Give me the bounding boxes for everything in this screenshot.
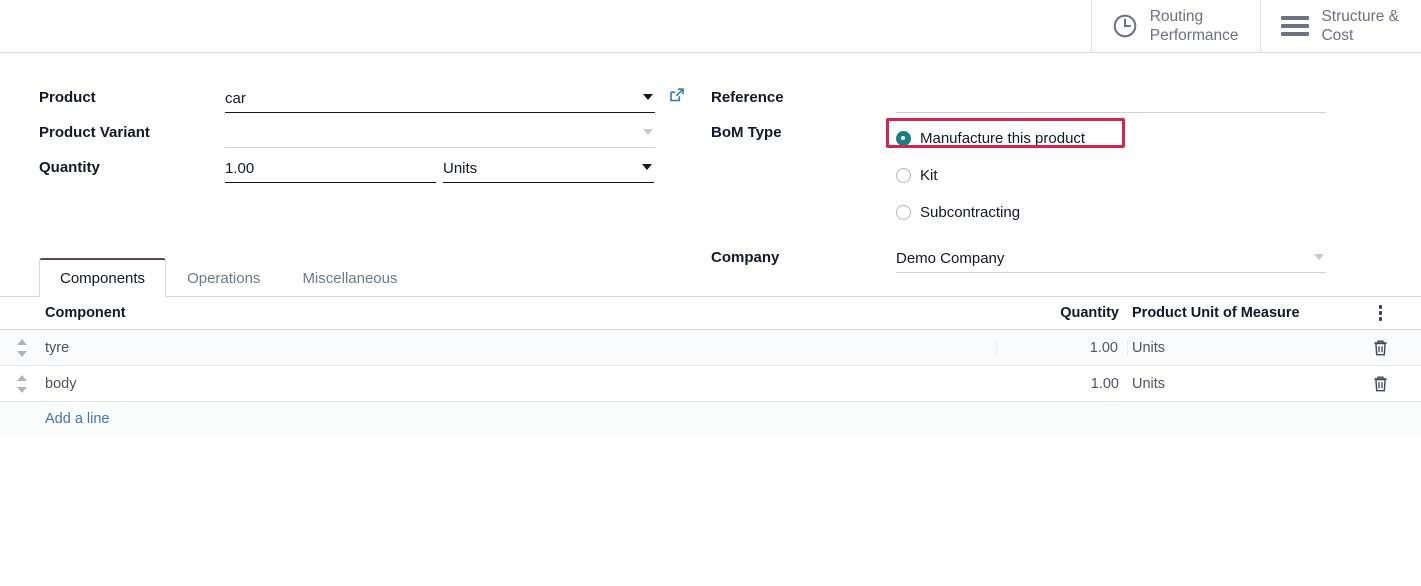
tab-operations[interactable]: Operations [166,259,281,297]
chevron-down-icon[interactable] [643,129,653,135]
external-link-icon[interactable] [668,86,686,104]
stat-button-structure-and-cost-label: Structure & Cost [1321,8,1399,44]
bom-type-option-manufacture-label: Manufacture this product [920,130,1086,147]
field-product-row: Product car [39,85,700,120]
bom-form-page: Routing Performance Structure & Cost Pro… [0,0,1421,586]
cell-uom[interactable]: Units [1128,376,1340,392]
column-header-component: Component [45,305,126,321]
field-quantity-row: Quantity 1.00 Units [39,155,700,190]
hamburger-icon [1281,16,1310,36]
radio-selected-icon[interactable] [896,131,911,146]
uom-select[interactable]: Units [443,155,654,183]
stat-button-routing-performance-label: Routing Performance [1149,8,1239,44]
quantity-value: 1.00 [225,160,255,177]
notebook: Components Operations Miscellaneous Comp… [0,258,1421,436]
stat-button-routing-performance[interactable]: Routing Performance [1090,0,1261,52]
bom-type-option-subcontracting[interactable]: Subcontracting [896,194,1400,231]
radio-unselected-icon[interactable] [896,205,911,220]
product-label: Product [39,89,96,106]
quantity-label: Quantity [39,159,100,176]
uom-value: Units [443,160,478,177]
chevron-down-icon[interactable] [643,94,653,100]
product-value: car [225,90,246,107]
delete-row-button[interactable] [1340,375,1421,392]
delete-row-button[interactable] [1340,339,1421,356]
stat-button-structure-and-cost[interactable]: Structure & Cost [1260,0,1421,52]
cell-quantity[interactable]: 1.00 [997,339,1128,356]
row-drag-handle[interactable] [0,338,45,357]
column-header-uom: Product Unit of Measure [1132,305,1300,321]
bom-type-option-subcontracting-label: Subcontracting [920,204,1021,221]
cell-quantity[interactable]: 1.00 [997,376,1128,392]
chevron-down-icon[interactable] [642,164,652,170]
drag-handle-icon [17,374,28,393]
vertical-dots-icon [1378,305,1383,321]
reference-label: Reference [711,89,784,106]
bom-type-label: BoM Type [711,124,782,141]
optional-columns-toggle[interactable] [1340,305,1421,321]
stat-button-bar: Routing Performance Structure & Cost [0,0,1421,53]
field-reference-row: Reference [711,85,1400,120]
field-product-variant-row: Product Variant [39,120,700,155]
add-line-row[interactable]: Add a line [0,402,1421,436]
radio-unselected-icon[interactable] [896,168,911,183]
form-column-right: Reference BoM Type Manufacture this prod… [700,85,1400,280]
cell-component[interactable]: body [45,376,997,392]
product-input[interactable]: car [225,85,655,113]
quantity-input[interactable]: 1.00 [225,155,436,183]
cell-uom[interactable]: Units [1128,340,1340,356]
clock-icon [1113,14,1137,38]
table-header-row: Component Quantity Product Unit of Measu… [0,297,1421,330]
product-variant-label: Product Variant [39,124,150,141]
components-list: Component Quantity Product Unit of Measu… [0,297,1421,436]
bom-type-option-manufacture[interactable]: Manufacture this product [886,118,1400,157]
bom-type-option-kit-label: Kit [920,167,938,184]
table-row[interactable]: body 1.00 Units [0,366,1421,402]
form-column-left: Product car Product Variant Quantity 1.0… [0,85,700,280]
trash-icon [1374,340,1387,356]
tab-components[interactable]: Components [39,258,167,297]
table-row[interactable]: tyre 1.00 Units [0,330,1421,366]
column-header-quantity: Quantity [1060,305,1119,321]
reference-input[interactable] [896,85,1326,113]
drag-handle-icon [17,338,28,357]
row-drag-handle[interactable] [0,374,45,393]
add-a-line-button[interactable]: Add a line [45,411,110,427]
notebook-tabs: Components Operations Miscellaneous [0,258,1421,297]
trash-icon [1374,376,1387,392]
field-bom-type-row: BoM Type Manufacture this product Kit Su… [711,118,1400,231]
form-sheet: Product car Product Variant Quantity 1.0… [0,53,1421,280]
product-variant-input[interactable] [225,120,655,148]
cell-component[interactable]: tyre [45,339,997,356]
bom-type-option-kit[interactable]: Kit [896,157,1400,194]
tab-miscellaneous[interactable]: Miscellaneous [281,259,418,297]
